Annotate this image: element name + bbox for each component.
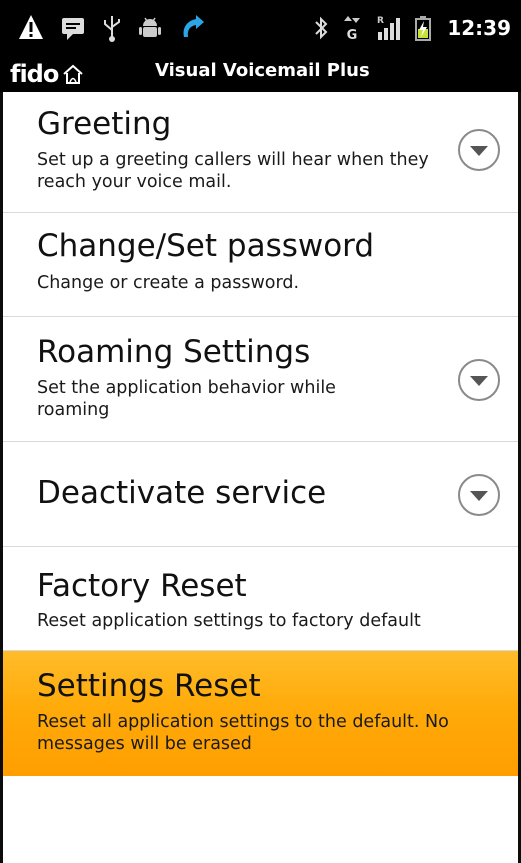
svg-text:R: R <box>377 16 384 26</box>
call-forward-icon <box>178 13 208 43</box>
chevron-down-icon <box>458 359 500 401</box>
setting-roaming[interactable]: Roaming Settings Set the application beh… <box>3 317 518 442</box>
network-type-label: G <box>347 28 358 42</box>
signal-strength-icon: R <box>375 14 401 42</box>
setting-greeting[interactable]: Greeting Set up a greeting callers will … <box>3 92 518 213</box>
notification-icons[interactable] <box>18 8 208 48</box>
status-bar: G R 12:39 <box>0 0 521 56</box>
setting-title: Change/Set password <box>37 228 375 264</box>
home-icon <box>62 63 84 85</box>
clock: 12:39 <box>447 16 511 40</box>
battery-charging-icon <box>415 14 432 42</box>
setting-title: Deactivate service <box>37 475 327 511</box>
deactivate-dropdown-button[interactable] <box>456 472 502 518</box>
app-title: Visual Voicemail Plus <box>155 60 370 81</box>
setting-change-password[interactable]: Change/Set password Change or create a p… <box>3 213 518 317</box>
fido-logo: fido <box>10 58 84 90</box>
roaming-dropdown-button[interactable] <box>456 357 502 403</box>
setting-title: Greeting <box>37 106 172 142</box>
setting-summary: Set the application behavior while roami… <box>37 378 336 420</box>
warning-icon <box>18 13 44 43</box>
setting-summary: Set up a greeting callers will hear when… <box>37 150 429 192</box>
network-g-icon: G <box>343 14 361 42</box>
setting-settings-reset[interactable]: Settings Reset Reset all application set… <box>3 651 518 776</box>
usb-icon <box>102 14 122 42</box>
message-icon <box>60 15 86 41</box>
setting-deactivate[interactable]: Deactivate service <box>3 442 518 547</box>
android-debug-icon <box>138 15 162 41</box>
setting-summary: Reset all application settings to the de… <box>37 712 449 754</box>
settings-list: Greeting Set up a greeting callers will … <box>0 92 521 863</box>
setting-title: Settings Reset <box>37 668 261 704</box>
setting-summary: Reset application settings to factory de… <box>37 611 421 631</box>
setting-factory-reset[interactable]: Factory Reset Reset application settings… <box>3 547 518 651</box>
greeting-dropdown-button[interactable] <box>456 127 502 173</box>
chevron-down-icon <box>458 474 500 516</box>
chevron-down-icon <box>458 129 500 171</box>
phone-screen: G R 12:39 fido Visual Voicemail Plus Gre… <box>0 0 521 863</box>
setting-title: Roaming Settings <box>37 334 311 370</box>
brand-name: fido <box>10 60 59 88</box>
system-icons: G R 12:39 <box>313 8 511 48</box>
setting-title: Factory Reset <box>37 568 247 604</box>
bluetooth-icon <box>313 15 329 41</box>
app-title-bar: fido Visual Voicemail Plus <box>0 56 521 94</box>
setting-summary: Change or create a password. <box>37 273 300 293</box>
